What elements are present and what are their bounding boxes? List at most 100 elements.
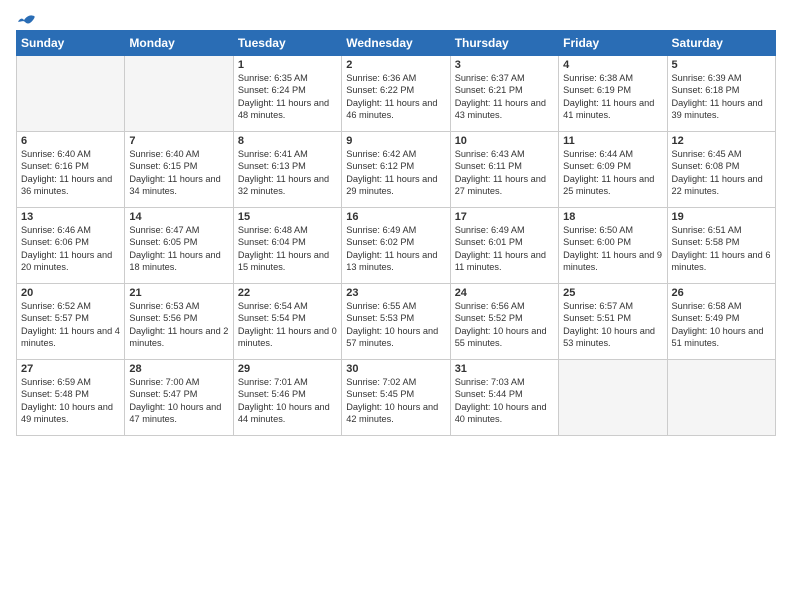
cell-info: Sunrise: 6:56 AMSunset: 5:52 PMDaylight:… <box>455 301 547 348</box>
day-number: 17 <box>455 211 554 223</box>
cell-info: Sunrise: 6:36 AMSunset: 6:22 PMDaylight:… <box>346 73 437 120</box>
calendar-cell: 28 Sunrise: 7:00 AMSunset: 5:47 PMDayligh… <box>125 360 233 436</box>
logo <box>16 12 36 26</box>
calendar-cell: 22 Sunrise: 6:54 AMSunset: 5:54 PMDayligh… <box>233 284 341 360</box>
day-number: 30 <box>346 363 445 375</box>
calendar-cell <box>667 360 775 436</box>
day-number: 9 <box>346 135 445 147</box>
calendar-cell: 10 Sunrise: 6:43 AMSunset: 6:11 PMDayligh… <box>450 132 558 208</box>
weekday-header-friday: Friday <box>559 31 667 56</box>
weekday-header-monday: Monday <box>125 31 233 56</box>
cell-info: Sunrise: 6:48 AMSunset: 6:04 PMDaylight:… <box>238 225 329 272</box>
calendar-cell: 2 Sunrise: 6:36 AMSunset: 6:22 PMDaylight… <box>342 56 450 132</box>
day-number: 26 <box>672 287 771 299</box>
day-number: 6 <box>21 135 120 147</box>
calendar-cell: 30 Sunrise: 7:02 AMSunset: 5:45 PMDayligh… <box>342 360 450 436</box>
calendar-cell <box>559 360 667 436</box>
cell-info: Sunrise: 6:52 AMSunset: 5:57 PMDaylight:… <box>21 301 120 348</box>
calendar-cell <box>125 56 233 132</box>
weekday-header-thursday: Thursday <box>450 31 558 56</box>
weekday-header-saturday: Saturday <box>667 31 775 56</box>
calendar-cell: 3 Sunrise: 6:37 AMSunset: 6:21 PMDaylight… <box>450 56 558 132</box>
cell-info: Sunrise: 6:54 AMSunset: 5:54 PMDaylight:… <box>238 301 337 348</box>
day-number: 31 <box>455 363 554 375</box>
day-number: 11 <box>563 135 662 147</box>
cell-info: Sunrise: 6:43 AMSunset: 6:11 PMDaylight:… <box>455 149 546 196</box>
calendar-cell: 8Sunrise: 6:41 AMSunset: 6:13 PMDaylight… <box>233 132 341 208</box>
day-number: 14 <box>129 211 228 223</box>
cell-info: Sunrise: 6:49 AMSunset: 6:01 PMDaylight:… <box>455 225 546 272</box>
cell-info: Sunrise: 6:45 AMSunset: 6:08 PMDaylight:… <box>672 149 763 196</box>
calendar-cell: 27 Sunrise: 6:59 AMSunset: 5:48 PMDayligh… <box>17 360 125 436</box>
calendar-cell: 14 Sunrise: 6:47 AMSunset: 6:05 PMDayligh… <box>125 208 233 284</box>
week-row-3: 13 Sunrise: 6:46 AMSunset: 6:06 PMDayligh… <box>17 208 776 284</box>
calendar-cell: 11Sunrise: 6:44 AMSunset: 6:09 PMDayligh… <box>559 132 667 208</box>
day-number: 20 <box>21 287 120 299</box>
day-number: 27 <box>21 363 120 375</box>
cell-info: Sunrise: 6:42 AMSunset: 6:12 PMDaylight:… <box>346 149 437 196</box>
day-number: 25 <box>563 287 662 299</box>
weekday-header-row: SundayMondayTuesdayWednesdayThursdayFrid… <box>17 31 776 56</box>
cell-info: Sunrise: 6:50 AMSunset: 6:00 PMDaylight:… <box>563 225 662 272</box>
calendar-cell: 31 Sunrise: 7:03 AMSunset: 5:44 PMDayligh… <box>450 360 558 436</box>
calendar-cell: 5Sunrise: 6:39 AMSunset: 6:18 PMDaylight… <box>667 56 775 132</box>
day-number: 1 <box>238 59 337 71</box>
week-row-4: 20 Sunrise: 6:52 AMSunset: 5:57 PMDayligh… <box>17 284 776 360</box>
day-number: 24 <box>455 287 554 299</box>
logo-bird-icon <box>18 12 36 30</box>
cell-info: Sunrise: 6:55 AMSunset: 5:53 PMDaylight:… <box>346 301 438 348</box>
day-number: 10 <box>455 135 554 147</box>
cell-info: Sunrise: 7:03 AMSunset: 5:44 PMDaylight:… <box>455 377 547 424</box>
day-number: 3 <box>455 59 554 71</box>
day-number: 28 <box>129 363 228 375</box>
calendar-cell: 19 Sunrise: 6:51 AMSunset: 5:58 PMDayligh… <box>667 208 775 284</box>
day-number: 23 <box>346 287 445 299</box>
cell-info: Sunrise: 6:59 AMSunset: 5:48 PMDaylight:… <box>21 377 113 424</box>
calendar-cell: 25 Sunrise: 6:57 AMSunset: 5:51 PMDayligh… <box>559 284 667 360</box>
cell-info: Sunrise: 6:35 AMSunset: 6:24 PMDaylight:… <box>238 73 329 120</box>
calendar-cell: 16 Sunrise: 6:49 AMSunset: 6:02 PMDayligh… <box>342 208 450 284</box>
calendar-cell: 12Sunrise: 6:45 AMSunset: 6:08 PMDayligh… <box>667 132 775 208</box>
week-row-2: 6 Sunrise: 6:40 AMSunset: 6:16 PMDaylight… <box>17 132 776 208</box>
cell-info: Sunrise: 6:53 AMSunset: 5:56 PMDaylight:… <box>129 301 228 348</box>
main-container: SundayMondayTuesdayWednesdayThursdayFrid… <box>0 0 792 444</box>
calendar-cell: 6 Sunrise: 6:40 AMSunset: 6:16 PMDaylight… <box>17 132 125 208</box>
cell-info: Sunrise: 6:37 AMSunset: 6:21 PMDaylight:… <box>455 73 546 120</box>
week-row-1: 1 Sunrise: 6:35 AMSunset: 6:24 PMDaylight… <box>17 56 776 132</box>
calendar-cell: 18Sunrise: 6:50 AMSunset: 6:00 PMDayligh… <box>559 208 667 284</box>
cell-info: Sunrise: 7:01 AMSunset: 5:46 PMDaylight:… <box>238 377 330 424</box>
cell-info: Sunrise: 6:46 AMSunset: 6:06 PMDaylight:… <box>21 225 112 272</box>
cell-info: Sunrise: 6:57 AMSunset: 5:51 PMDaylight:… <box>563 301 655 348</box>
cell-info: Sunrise: 6:40 AMSunset: 6:16 PMDaylight:… <box>21 149 112 196</box>
calendar-cell: 26Sunrise: 6:58 AMSunset: 5:49 PMDayligh… <box>667 284 775 360</box>
cell-info: Sunrise: 6:49 AMSunset: 6:02 PMDaylight:… <box>346 225 437 272</box>
day-number: 15 <box>238 211 337 223</box>
cell-info: Sunrise: 7:02 AMSunset: 5:45 PMDaylight:… <box>346 377 438 424</box>
cell-info: Sunrise: 6:41 AMSunset: 6:13 PMDaylight:… <box>238 149 329 196</box>
calendar-cell: 13 Sunrise: 6:46 AMSunset: 6:06 PMDayligh… <box>17 208 125 284</box>
cell-info: Sunrise: 6:51 AMSunset: 5:58 PMDaylight:… <box>672 225 771 272</box>
weekday-header-wednesday: Wednesday <box>342 31 450 56</box>
week-row-5: 27 Sunrise: 6:59 AMSunset: 5:48 PMDayligh… <box>17 360 776 436</box>
day-number: 2 <box>346 59 445 71</box>
calendar-cell: 1 Sunrise: 6:35 AMSunset: 6:24 PMDaylight… <box>233 56 341 132</box>
weekday-header-sunday: Sunday <box>17 31 125 56</box>
header-row <box>16 12 776 26</box>
cell-info: Sunrise: 6:38 AMSunset: 6:19 PMDaylight:… <box>563 73 654 120</box>
day-number: 13 <box>21 211 120 223</box>
calendar-cell: 4 Sunrise: 6:38 AMSunset: 6:19 PMDaylight… <box>559 56 667 132</box>
day-number: 21 <box>129 287 228 299</box>
day-number: 19 <box>672 211 771 223</box>
cell-info: Sunrise: 6:47 AMSunset: 6:05 PMDaylight:… <box>129 225 220 272</box>
day-number: 22 <box>238 287 337 299</box>
calendar-cell: 20 Sunrise: 6:52 AMSunset: 5:57 PMDayligh… <box>17 284 125 360</box>
calendar-table: SundayMondayTuesdayWednesdayThursdayFrid… <box>16 30 776 436</box>
calendar-cell: 15 Sunrise: 6:48 AMSunset: 6:04 PMDayligh… <box>233 208 341 284</box>
day-number: 29 <box>238 363 337 375</box>
day-number: 7 <box>129 135 228 147</box>
day-number: 16 <box>346 211 445 223</box>
day-number: 4 <box>563 59 662 71</box>
calendar-cell: 23 Sunrise: 6:55 AMSunset: 5:53 PMDayligh… <box>342 284 450 360</box>
cell-info: Sunrise: 7:00 AMSunset: 5:47 PMDaylight:… <box>129 377 221 424</box>
calendar-cell <box>17 56 125 132</box>
